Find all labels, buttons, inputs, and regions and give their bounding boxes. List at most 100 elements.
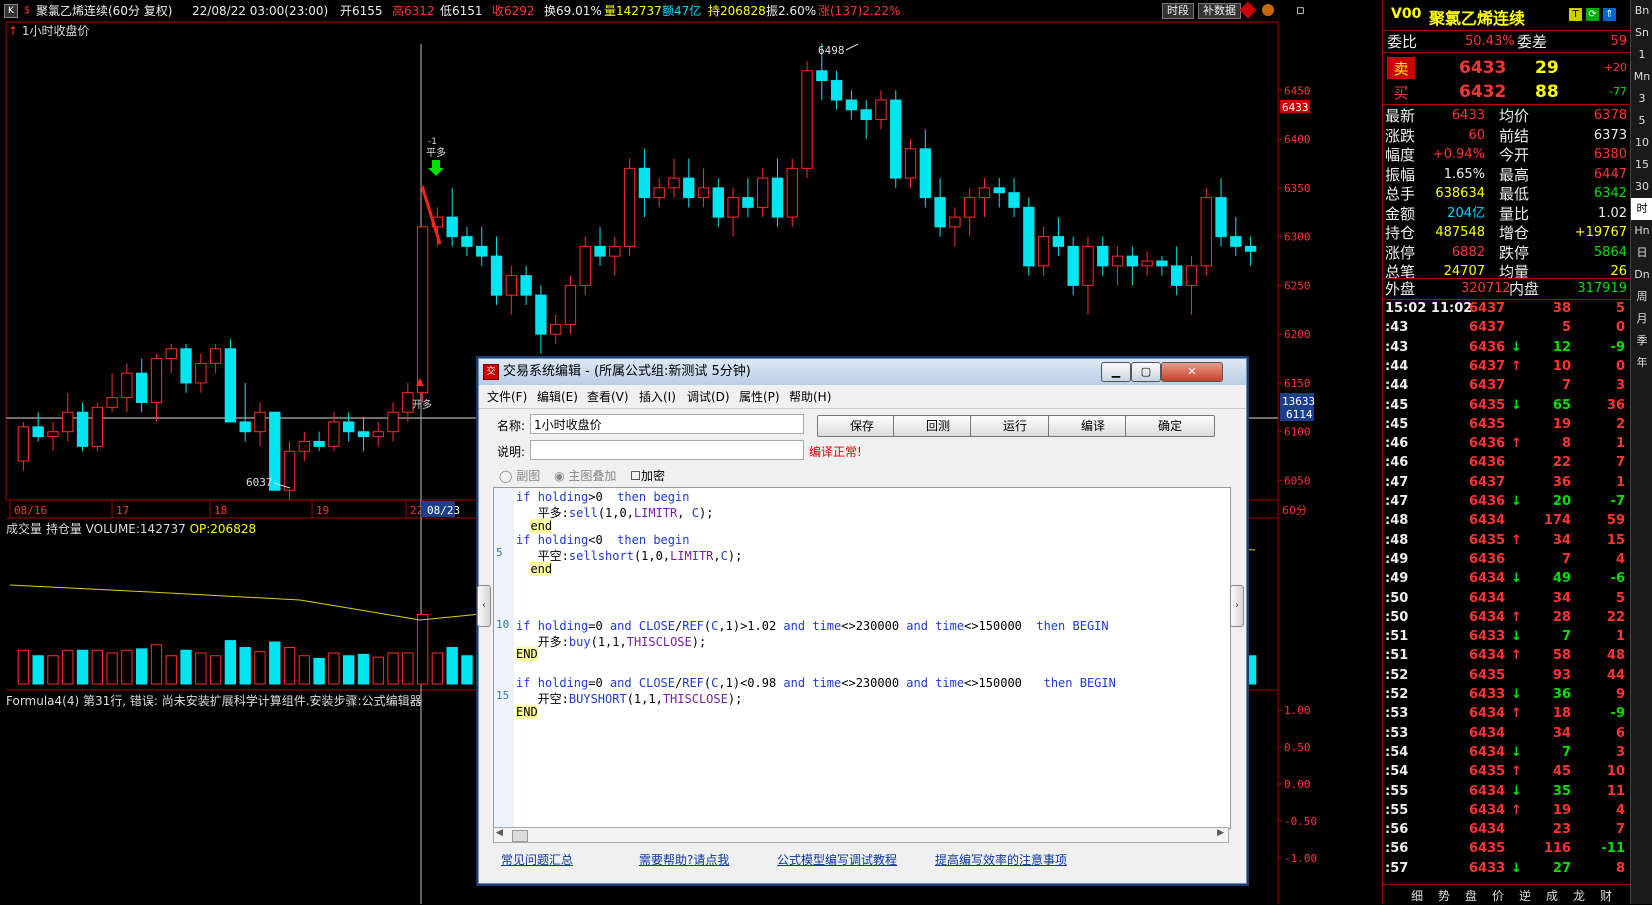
period-button[interactable]: 5 [1631, 110, 1652, 132]
tick-row[interactable]: :47 6437 36 1 [1383, 473, 1631, 492]
period-button[interactable]: 季 [1631, 330, 1652, 352]
tick-row[interactable]: :48 6434 174 59 [1383, 511, 1631, 530]
tick-row[interactable]: :53 6434 34 6 [1383, 724, 1631, 743]
horizontal-scrollbar[interactable]: ◀ ▶ [493, 827, 1229, 843]
tick-row[interactable]: :45 6435 19 2 [1383, 415, 1631, 434]
help-link[interactable]: 需要帮助?请点我 [639, 851, 729, 868]
menu-item[interactable]: 查看(V) [587, 386, 629, 408]
panel-tab[interactable]: 龙 [1573, 887, 1585, 904]
scroll-thumb[interactable] [512, 830, 528, 842]
tick-row[interactable]: :54 6435 ↑ 45 10 [1383, 762, 1631, 781]
tick-row[interactable]: :50 6434 34 5 [1383, 589, 1631, 608]
period-button[interactable]: 周 [1631, 286, 1652, 308]
panel-tab[interactable]: 成 [1546, 887, 1558, 904]
panel-tab[interactable]: 逆 [1519, 887, 1531, 904]
dialog-menubar: 文件(F) 编辑(E) 查看(V) 插入(I) 调试(D) 属性(P) 帮助(H) [479, 386, 1246, 409]
chart-menu-icon[interactable]: K [4, 4, 18, 18]
menu-item[interactable]: 调试(D) [687, 386, 730, 408]
tick-row[interactable]: :49 6436 7 4 [1383, 550, 1631, 569]
dialog-titlebar[interactable]: 交 交易系统编辑 - (所属公式组:新测试 5分钟) ▁ ▢ ✕ [479, 359, 1246, 385]
panel-tab[interactable]: 价 [1492, 887, 1504, 904]
tips-link[interactable]: 提高编写效率的注意事项 [935, 851, 1067, 868]
period-button[interactable]: 30 [1631, 176, 1652, 198]
menu-item[interactable]: 属性(P) [739, 386, 780, 408]
tick-row[interactable]: :55 6434 ↑ 19 4 [1383, 801, 1631, 820]
tick-row[interactable]: :51 6433 ↓ 7 1 [1383, 627, 1631, 646]
run-button[interactable]: 运行 [970, 415, 1060, 437]
tick-list[interactable]: 15:02 11:02 6437 38 5:43 6437 5 0:43 6436 ↓ 12 -9:… [1383, 299, 1631, 879]
period-button[interactable]: 日 [1631, 242, 1652, 264]
collapse-left-icon[interactable]: ‹ [477, 585, 491, 627]
panel-tab[interactable]: 势 [1438, 887, 1450, 904]
warning-icon[interactable] [1239, 1, 1257, 19]
restore-icon[interactable]: ▫ [1296, 0, 1305, 22]
main-overlay-radio[interactable]: ◉ 主图叠加 [554, 469, 616, 483]
close-button[interactable]: ✕ [1161, 362, 1223, 382]
fill-data-button[interactable]: 补数据 [1198, 3, 1241, 19]
tick-price: 6436 [1469, 551, 1506, 567]
period-button[interactable]: 1 [1631, 44, 1652, 66]
scroll-left-icon[interactable]: ◀ [496, 828, 503, 838]
alert-icon[interactable] [1262, 4, 1274, 16]
tick-row[interactable]: :50 6434 ↑ 28 22 [1383, 608, 1631, 627]
tick-row[interactable]: :57 6433 ↓ 27 8 [1383, 859, 1631, 878]
desc-input[interactable] [530, 440, 804, 460]
period-button[interactable]: Dn [1631, 264, 1652, 286]
tick-row[interactable]: :46 6436 22 7 [1383, 453, 1631, 472]
menu-item[interactable]: 帮助(H) [789, 386, 831, 408]
code-editor[interactable]: 5 10 15 if holding>0 then begin 平多:sell(… [493, 487, 1231, 829]
ok-button[interactable]: 确定 [1125, 415, 1215, 437]
period-button[interactable]: Mn [1631, 66, 1652, 88]
time-segment-button[interactable]: 时段 [1162, 3, 1194, 19]
tick-row[interactable]: :44 6437 7 3 [1383, 376, 1631, 395]
tick-volume: 19 [1552, 416, 1571, 432]
minimize-button[interactable]: ▁ [1101, 362, 1131, 382]
up-icon[interactable]: ⇑ [1603, 8, 1616, 21]
tick-row[interactable]: :54 6434 ↓ 7 3 [1383, 743, 1631, 762]
menu-item[interactable]: 文件(F) [487, 386, 527, 408]
tick-row[interactable]: :44 6437 ↑ 10 0 [1383, 357, 1631, 376]
period-button[interactable]: 15 [1631, 154, 1652, 176]
tick-row[interactable]: :47 6436 ↓ 20 -7 [1383, 492, 1631, 511]
scroll-right-icon[interactable]: ▶ [1217, 828, 1224, 838]
panel-tab[interactable]: 盘 [1465, 887, 1477, 904]
tick-row[interactable]: :49 6434 ↓ 49 -6 [1383, 569, 1631, 588]
menu-item[interactable]: 插入(I) [639, 386, 676, 408]
tick-row[interactable]: :45 6435 ↓ 65 36 [1383, 396, 1631, 415]
panel-tab[interactable]: 细 [1411, 887, 1423, 904]
tick-row[interactable]: :52 6433 ↓ 36 9 [1383, 685, 1631, 704]
period-button[interactable]: 月 [1631, 308, 1652, 330]
period-button[interactable]: 时 [1631, 198, 1652, 220]
encrypt-checkbox[interactable]: ☐加密 [630, 469, 665, 483]
tick-row[interactable]: :55 6434 ↓ 35 11 [1383, 782, 1631, 801]
sub-chart-radio[interactable]: ◯ 副图 [499, 469, 540, 483]
panel-tab[interactable]: 财 [1600, 887, 1612, 904]
refresh-icon[interactable]: ⟳ [1586, 8, 1599, 21]
period-button[interactable]: 年 [1631, 352, 1652, 374]
period-button[interactable]: 10 [1631, 132, 1652, 154]
maximize-button[interactable]: ▢ [1131, 362, 1161, 382]
period-button[interactable]: 3 [1631, 88, 1652, 110]
period-button[interactable]: Bn [1631, 0, 1652, 22]
tick-row[interactable]: :48 6435 ↑ 34 15 [1383, 531, 1631, 550]
period-button[interactable]: Hn [1631, 220, 1652, 242]
tick-row[interactable]: :56 6434 23 7 [1383, 820, 1631, 839]
tick-row[interactable]: :46 6436 ↑ 8 1 [1383, 434, 1631, 453]
expand-right-icon[interactable]: › [1230, 585, 1244, 627]
menu-item[interactable]: 编辑(E) [537, 386, 578, 408]
tick-row[interactable]: :43 6437 5 0 [1383, 318, 1631, 337]
tick-row[interactable]: :52 6435 93 44 [1383, 666, 1631, 685]
tick-row[interactable]: :51 6434 ↑ 58 48 [1383, 646, 1631, 665]
candle-body [239, 421, 251, 433]
ask-row[interactable]: 卖 6433 29 +20 [1383, 56, 1631, 80]
tick-row[interactable]: 15:02 11:02 6437 38 5 [1383, 299, 1631, 318]
tick-row[interactable]: :43 6436 ↓ 12 -9 [1383, 338, 1631, 357]
tick-row[interactable]: :56 6435 116 -11 [1383, 839, 1631, 858]
tutorial-link[interactable]: 公式模型编写调试教程 [777, 851, 897, 868]
bid-row[interactable]: 买 6432 88 -77 [1383, 80, 1631, 104]
name-input[interactable]: 1小时收盘价 [530, 414, 804, 434]
t-icon[interactable]: T [1569, 8, 1582, 21]
tick-row[interactable]: :53 6434 ↑ 18 -9 [1383, 704, 1631, 723]
faq-link[interactable]: 常见问题汇总 [501, 851, 573, 868]
period-button[interactable]: Sn [1631, 22, 1652, 44]
